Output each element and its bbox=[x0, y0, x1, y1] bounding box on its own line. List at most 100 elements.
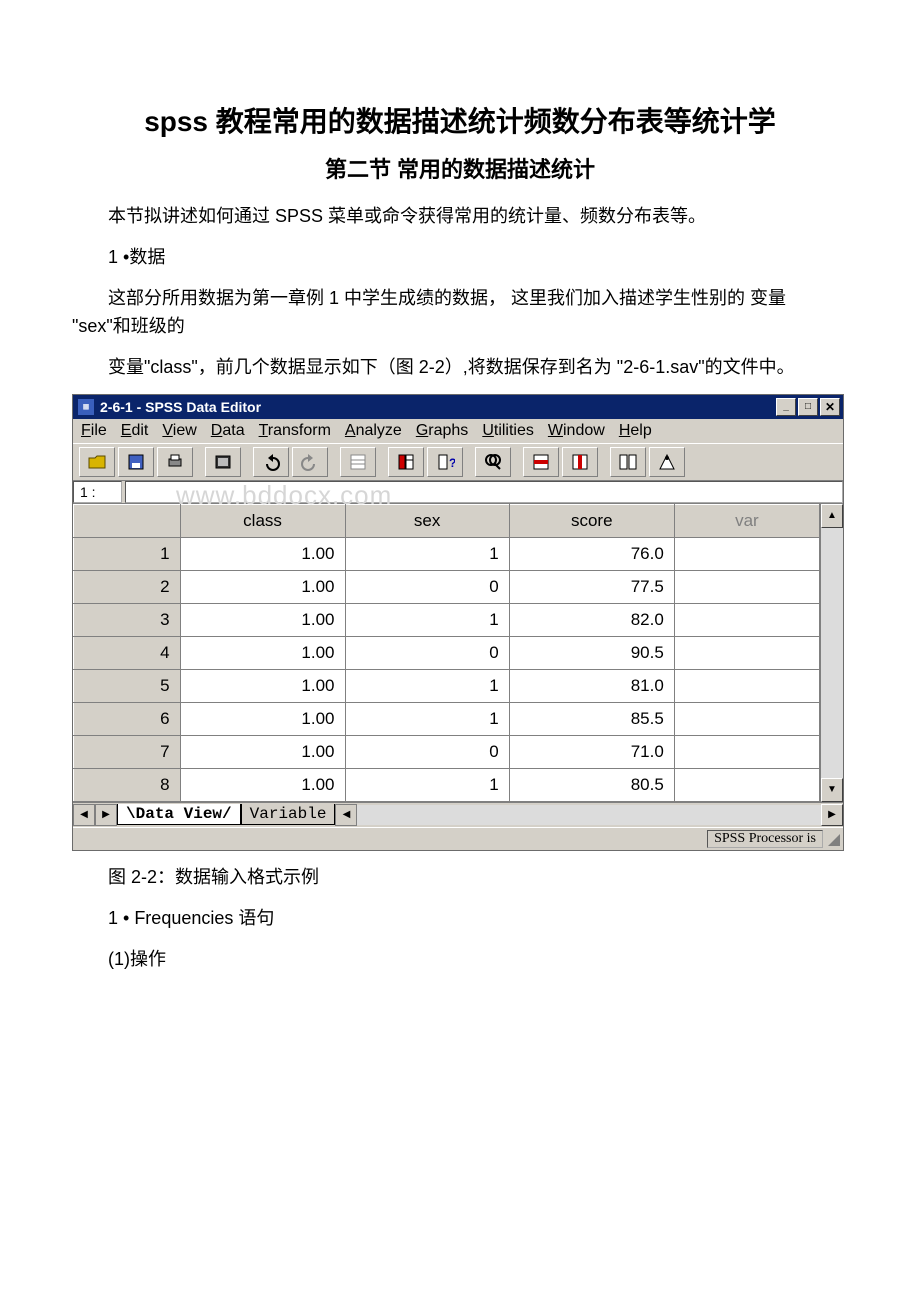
cell[interactable] bbox=[674, 669, 819, 702]
status-text: SPSS Processor is bbox=[707, 830, 823, 848]
menu-utilities[interactable]: Utilities bbox=[482, 422, 534, 440]
cell[interactable]: 90.5 bbox=[509, 636, 674, 669]
row-number[interactable]: 1 bbox=[74, 537, 181, 570]
row-number[interactable]: 2 bbox=[74, 570, 181, 603]
statusbar: SPSS Processor is bbox=[73, 827, 843, 850]
cell[interactable]: 1.00 bbox=[180, 669, 345, 702]
cell[interactable] bbox=[674, 570, 819, 603]
resize-grip-icon[interactable] bbox=[825, 831, 841, 847]
table-row[interactable]: 71.00071.0 bbox=[74, 735, 820, 768]
cell-value-input[interactable]: www.bddocx.com bbox=[125, 481, 843, 503]
table-row[interactable]: 21.00077.5 bbox=[74, 570, 820, 603]
paragraph: 1 • Frequencies 语句 bbox=[72, 904, 848, 933]
redo-icon[interactable] bbox=[292, 447, 328, 477]
cell[interactable] bbox=[674, 702, 819, 735]
scroll-down-icon[interactable]: ▼ bbox=[821, 778, 843, 802]
cell[interactable]: 76.0 bbox=[509, 537, 674, 570]
goto-case-icon[interactable] bbox=[340, 447, 376, 477]
cell[interactable]: 0 bbox=[345, 636, 509, 669]
cell[interactable]: 1 bbox=[345, 537, 509, 570]
cell[interactable]: 1.00 bbox=[180, 570, 345, 603]
row-number[interactable]: 6 bbox=[74, 702, 181, 735]
row-number[interactable]: 5 bbox=[74, 669, 181, 702]
cell[interactable]: 71.0 bbox=[509, 735, 674, 768]
menu-window[interactable]: Window bbox=[548, 422, 605, 440]
table-row[interactable]: 81.00180.5 bbox=[74, 768, 820, 801]
split-file-icon[interactable] bbox=[610, 447, 646, 477]
menu-file[interactable]: File bbox=[81, 422, 107, 440]
cell[interactable]: 1.00 bbox=[180, 603, 345, 636]
cell[interactable]: 1 bbox=[345, 669, 509, 702]
row-number[interactable]: 8 bbox=[74, 768, 181, 801]
svg-text:?: ? bbox=[449, 456, 455, 470]
cell[interactable]: 80.5 bbox=[509, 768, 674, 801]
cell[interactable]: 1 bbox=[345, 603, 509, 636]
tab-nav-prev-icon[interactable]: ▶ bbox=[95, 804, 117, 826]
maximize-button[interactable]: □ bbox=[798, 398, 818, 416]
cell[interactable]: 1.00 bbox=[180, 702, 345, 735]
cell[interactable]: 1 bbox=[345, 768, 509, 801]
minimize-button[interactable]: _ bbox=[776, 398, 796, 416]
cell[interactable]: 0 bbox=[345, 570, 509, 603]
cell[interactable]: 1.00 bbox=[180, 735, 345, 768]
row-number[interactable]: 7 bbox=[74, 735, 181, 768]
data-grid[interactable]: class sex score var 11.00176.021.00077.5… bbox=[73, 504, 820, 802]
menu-graphs[interactable]: Graphs bbox=[416, 422, 468, 440]
row-number[interactable]: 3 bbox=[74, 603, 181, 636]
undo-icon[interactable] bbox=[253, 447, 289, 477]
scroll-up-icon[interactable]: ▲ bbox=[821, 504, 843, 528]
cell[interactable] bbox=[674, 768, 819, 801]
table-row[interactable]: 51.00181.0 bbox=[74, 669, 820, 702]
sheet-tabs: ◀ ▶ \Data View / Variable ◀ ▶ bbox=[73, 802, 843, 827]
save-icon[interactable] bbox=[118, 447, 154, 477]
table-row[interactable]: 31.00182.0 bbox=[74, 603, 820, 636]
cell[interactable]: 77.5 bbox=[509, 570, 674, 603]
figure-caption: 图 2-2：数据输入格式示例 bbox=[72, 863, 848, 892]
menu-edit[interactable]: Edit bbox=[121, 422, 149, 440]
cell[interactable]: 0 bbox=[345, 735, 509, 768]
cell[interactable] bbox=[674, 537, 819, 570]
column-header[interactable]: score bbox=[509, 504, 674, 537]
app-icon: ▦ bbox=[77, 398, 95, 416]
insert-case-icon[interactable] bbox=[523, 447, 559, 477]
column-header[interactable]: var bbox=[674, 504, 819, 537]
tab-nav-first-icon[interactable]: ◀ bbox=[73, 804, 95, 826]
cell[interactable]: 1.00 bbox=[180, 537, 345, 570]
menu-analyze[interactable]: Analyze bbox=[345, 422, 402, 440]
cell[interactable] bbox=[674, 735, 819, 768]
cell[interactable]: 81.0 bbox=[509, 669, 674, 702]
row-number[interactable]: 4 bbox=[74, 636, 181, 669]
vertical-scrollbar[interactable]: ▲ ▼ bbox=[820, 504, 843, 802]
tab-variable-view[interactable]: Variable bbox=[241, 804, 336, 825]
info-icon[interactable]: ? bbox=[427, 447, 463, 477]
scroll-right-icon[interactable]: ▶ bbox=[821, 804, 843, 826]
insert-variable-icon[interactable] bbox=[562, 447, 598, 477]
menu-transform[interactable]: Transform bbox=[259, 422, 331, 440]
dialog-recall-icon[interactable] bbox=[205, 447, 241, 477]
cell[interactable]: 85.5 bbox=[509, 702, 674, 735]
watermark-text: www.bddocx.com bbox=[176, 480, 392, 511]
open-icon[interactable] bbox=[79, 447, 115, 477]
cell[interactable] bbox=[674, 636, 819, 669]
find-icon[interactable] bbox=[475, 447, 511, 477]
table-row[interactable]: 41.00090.5 bbox=[74, 636, 820, 669]
horizontal-scrollbar[interactable]: ▶ bbox=[357, 805, 843, 825]
table-row[interactable]: 11.00176.0 bbox=[74, 537, 820, 570]
menu-view[interactable]: View bbox=[162, 422, 196, 440]
variables-icon[interactable] bbox=[388, 447, 424, 477]
cell[interactable] bbox=[674, 603, 819, 636]
tab-data-view[interactable]: \Data View / bbox=[117, 804, 241, 825]
menu-data[interactable]: Data bbox=[211, 422, 245, 440]
print-icon[interactable] bbox=[157, 447, 193, 477]
table-row[interactable]: 61.00185.5 bbox=[74, 702, 820, 735]
menu-help[interactable]: Help bbox=[619, 422, 652, 440]
cell[interactable]: 1.00 bbox=[180, 768, 345, 801]
close-button[interactable]: ✕ bbox=[820, 398, 840, 416]
weight-cases-icon[interactable] bbox=[649, 447, 685, 477]
spss-window: ▦ 2-6-1 - SPSS Data Editor _ □ ✕ File Ed… bbox=[72, 394, 844, 851]
tab-scroll-left-icon[interactable]: ◀ bbox=[335, 804, 357, 826]
window-titlebar: ▦ 2-6-1 - SPSS Data Editor _ □ ✕ bbox=[73, 395, 843, 419]
cell[interactable]: 1.00 bbox=[180, 636, 345, 669]
cell[interactable]: 1 bbox=[345, 702, 509, 735]
cell[interactable]: 82.0 bbox=[509, 603, 674, 636]
